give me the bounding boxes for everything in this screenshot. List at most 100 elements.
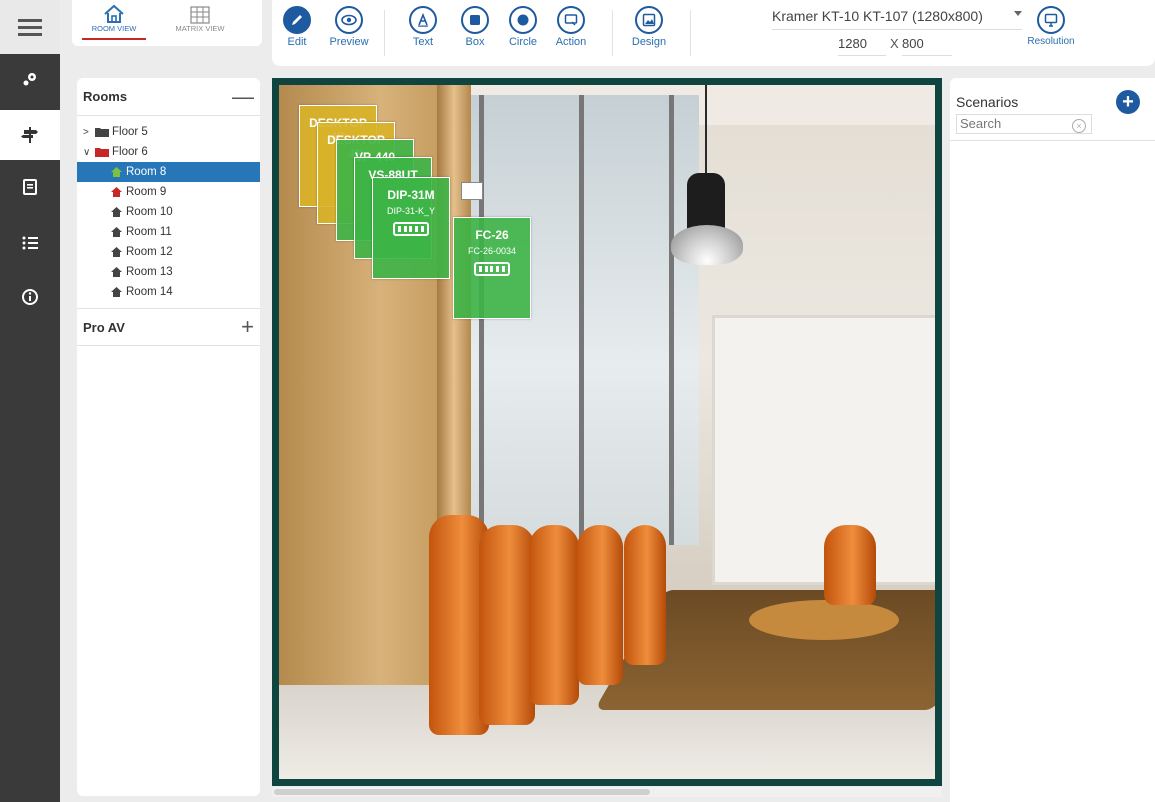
text-icon xyxy=(418,13,428,27)
rooms-tree: > Floor 5 ∨ Floor 6 Room 8 Room 9 Room 1… xyxy=(77,116,260,302)
tree-room-label: Room 8 xyxy=(126,166,167,178)
device-card-title: DIP-31M xyxy=(387,188,435,202)
add-scenario-button[interactable]: + xyxy=(1116,90,1140,114)
editor-toolbar: Edit Preview Text Box Circle Action Desi… xyxy=(272,0,1155,66)
hamburger-icon xyxy=(18,25,42,29)
height-value: 800 xyxy=(902,36,924,51)
device-card[interactable]: DIP-31M DIP-31-K_Y xyxy=(372,177,450,279)
tree-room-13[interactable]: Room 13 xyxy=(77,262,260,282)
circle-button[interactable]: Circle xyxy=(500,6,546,48)
tree-room-12[interactable]: Room 12 xyxy=(77,242,260,262)
design-button[interactable]: Design xyxy=(626,6,672,48)
collapse-rooms-button[interactable]: — xyxy=(232,85,254,108)
scenarios-title: Scenarios xyxy=(956,94,1019,110)
port-icon xyxy=(393,222,429,236)
port-icon xyxy=(474,262,510,276)
home-icon xyxy=(109,187,123,197)
scrollbar-thumb[interactable] xyxy=(274,789,650,795)
chevron-right-icon: > xyxy=(83,126,89,138)
list-rail-button[interactable] xyxy=(0,218,60,268)
tree-room-label: Room 12 xyxy=(126,246,173,258)
box-button[interactable]: Box xyxy=(452,6,498,48)
tree-room-10[interactable]: Room 10 xyxy=(77,202,260,222)
scenario-search-placeholder: Search xyxy=(960,116,1002,131)
tree-room-label: Room 13 xyxy=(126,266,173,278)
home-icon xyxy=(109,267,123,277)
plus-icon: + xyxy=(1122,90,1134,113)
settings-rail-button[interactable] xyxy=(0,54,60,104)
text-button[interactable]: Text xyxy=(400,6,446,48)
tab-room-view-label: ROOM VIEW xyxy=(91,24,137,33)
rooms-title: Rooms xyxy=(83,89,128,104)
list-icon xyxy=(22,236,38,250)
hamburger-menu-button[interactable] xyxy=(0,0,60,54)
rooms-panel: Rooms — > Floor 5 ∨ Floor 6 Room 8 Room … xyxy=(77,78,260,796)
device-select[interactable]: Kramer KT-10 KT-107 (1280x800) xyxy=(772,8,1022,30)
add-pro-av-button[interactable]: + xyxy=(241,316,254,338)
action-widget[interactable] xyxy=(461,182,483,200)
resolution-button[interactable]: Resolution xyxy=(1016,6,1086,47)
device-card-subtitle: FC-26-0034 xyxy=(467,246,517,256)
action-label: Action xyxy=(555,36,587,48)
left-rail xyxy=(0,0,60,802)
preview-button[interactable]: Preview xyxy=(326,6,372,48)
device-card-title: FC-26 xyxy=(475,228,509,242)
action-button[interactable]: Action xyxy=(548,6,594,48)
device-card[interactable]: FC-26 FC-26-0034 xyxy=(453,217,531,319)
info-rail-button[interactable] xyxy=(0,272,60,322)
tree-room-9[interactable]: Room 9 xyxy=(77,182,260,202)
tree-room-label: Room 11 xyxy=(126,226,172,238)
chevron-down-icon: ∨ xyxy=(83,146,91,158)
home-icon xyxy=(109,287,123,297)
tree-room-label: Room 9 xyxy=(126,186,167,198)
close-icon: × xyxy=(1076,121,1082,131)
tree-room-label: Room 10 xyxy=(126,206,173,218)
signpost-icon xyxy=(21,127,38,143)
tree-room-8[interactable]: Room 8 xyxy=(77,162,260,182)
edit-label: Edit xyxy=(287,36,307,48)
tab-matrix-view[interactable]: MATRIX VIEW xyxy=(162,2,238,42)
circle-icon xyxy=(517,14,529,26)
view-switcher: ROOM VIEW MATRIX VIEW xyxy=(72,0,262,46)
document-icon xyxy=(23,179,37,195)
room-canvas[interactable]: DESKTOP 4B DESKTOP 4B VP-440 VS-88UT DIP… xyxy=(272,78,942,786)
home-icon xyxy=(109,167,123,177)
document-rail-button[interactable] xyxy=(0,162,60,212)
monitor-icon xyxy=(1044,13,1058,27)
info-icon xyxy=(22,289,38,305)
grid-icon xyxy=(190,6,210,24)
room-background-image: DESKTOP 4B DESKTOP 4B VP-440 VS-88UT DIP… xyxy=(279,85,935,779)
height-input[interactable]: 800 xyxy=(902,36,952,56)
device-card-subtitle: DIP-31-K_Y xyxy=(386,206,436,216)
clear-search-button[interactable]: × xyxy=(1072,119,1086,133)
gears-icon xyxy=(23,73,36,86)
home-icon xyxy=(104,4,124,23)
tree-floor-5-label: Floor 5 xyxy=(112,126,148,138)
rooms-header: Rooms — xyxy=(77,78,260,116)
resolution-label: Resolution xyxy=(1027,36,1075,47)
canvas-horizontal-scrollbar[interactable] xyxy=(272,787,942,797)
tab-room-view[interactable]: ROOM VIEW xyxy=(76,2,152,42)
circle-label: Circle xyxy=(508,36,538,48)
folder-icon xyxy=(95,127,109,137)
square-icon xyxy=(470,15,480,25)
tree-floor-5[interactable]: > Floor 5 xyxy=(77,122,260,142)
home-icon xyxy=(109,207,123,217)
design-label: Design xyxy=(631,36,667,48)
tree-floor-6[interactable]: ∨ Floor 6 xyxy=(77,142,260,162)
image-icon xyxy=(642,13,656,27)
edit-button[interactable]: Edit xyxy=(274,6,320,48)
resolution-x-label: X xyxy=(890,36,899,51)
pro-av-header: Pro AV + xyxy=(77,308,260,346)
tree-floor-6-label: Floor 6 xyxy=(112,146,148,158)
rooms-rail-button[interactable] xyxy=(0,110,60,160)
box-label: Box xyxy=(465,36,485,48)
scenarios-panel: Scenarios + Search × xyxy=(950,78,1155,802)
pencil-icon xyxy=(292,15,302,25)
text-label: Text xyxy=(412,36,434,48)
tree-room-11[interactable]: Room 11 xyxy=(77,222,260,242)
width-input[interactable]: 1280 xyxy=(838,36,886,56)
tree-room-14[interactable]: Room 14 xyxy=(77,282,260,302)
action-icon xyxy=(564,14,578,26)
home-icon xyxy=(109,247,123,257)
